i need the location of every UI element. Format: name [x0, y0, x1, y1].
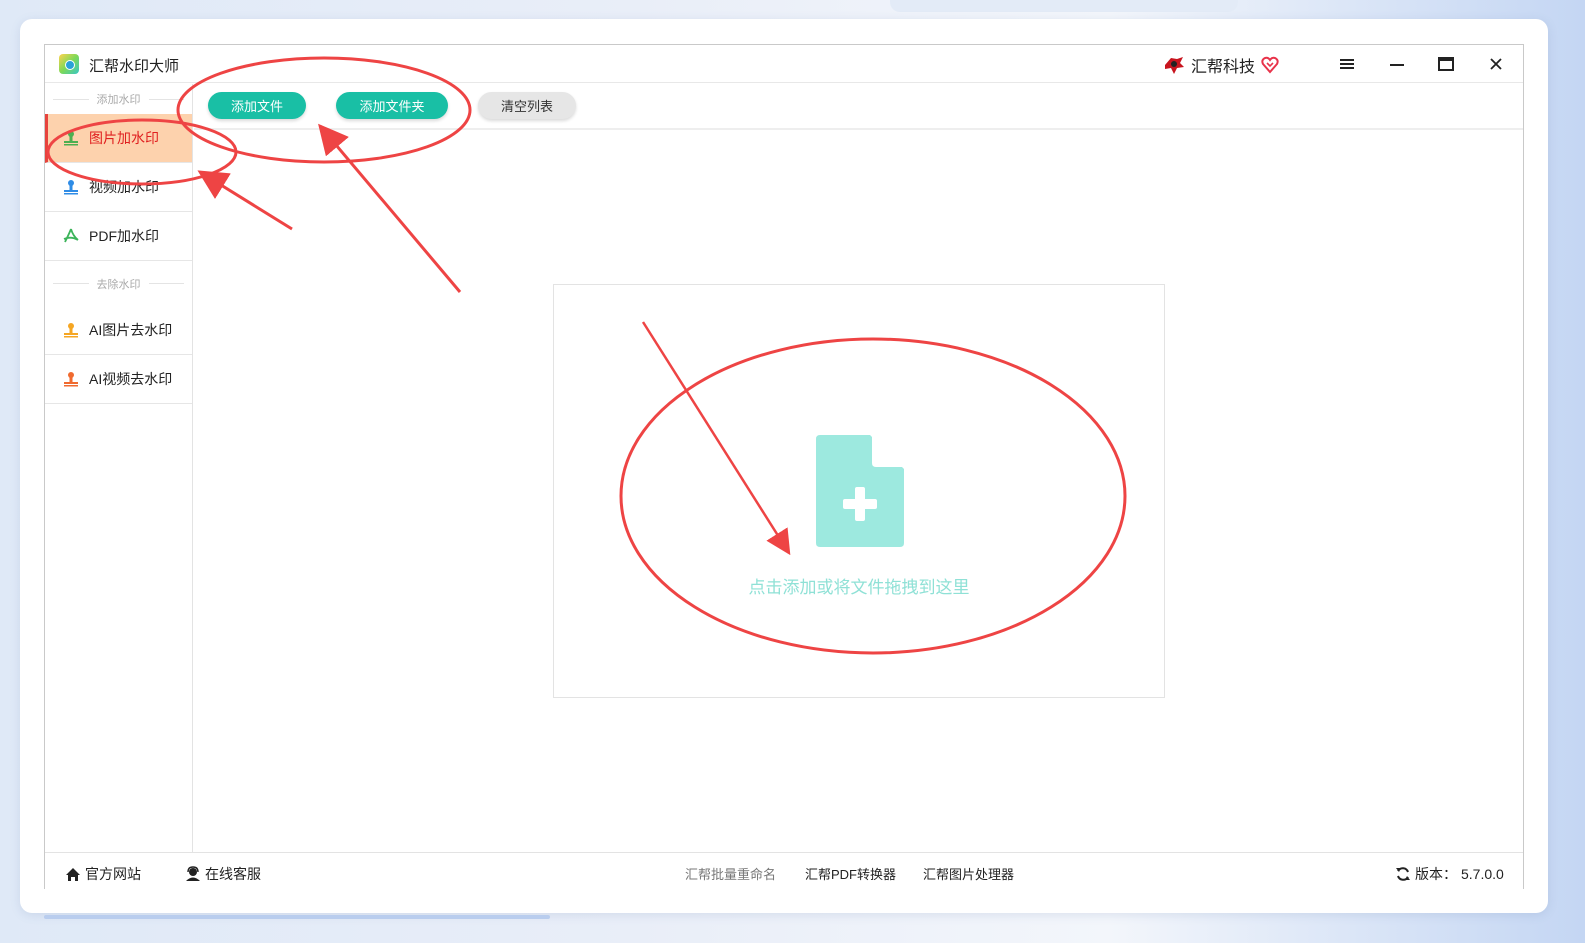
dropzone-hint: 点击添加或将文件拖拽到这里 — [748, 578, 970, 597]
file-dropzone[interactable]: 点击添加或将文件拖拽到这里 — [553, 284, 1165, 698]
footer-link-pdf-converter[interactable]: 汇帮PDF转换器 — [805, 864, 896, 883]
ai-video-stamp-icon — [64, 372, 78, 387]
footer-link-image-processor[interactable]: 汇帮图片处理器 — [923, 864, 1014, 883]
maximize-icon[interactable] — [1434, 53, 1458, 75]
close-icon[interactable] — [1484, 53, 1508, 75]
sidebar-item-label: 图片加水印 — [89, 130, 159, 146]
horizontal-scrollbar[interactable] — [44, 915, 550, 919]
file-list-area: 点击添加或将文件拖拽到这里 — [194, 131, 1523, 851]
add-folder-button[interactable]: 添加文件夹 — [336, 92, 448, 119]
section-remove-watermark: 去除水印 — [45, 261, 192, 306]
pdf-icon — [63, 228, 79, 243]
app-title: 汇帮水印大师 — [89, 58, 180, 75]
section-label: 去除水印 — [96, 278, 141, 291]
section-add-watermark: 添加水印 — [45, 84, 192, 114]
minimize-icon[interactable] — [1385, 53, 1409, 75]
toolbar: 添加文件 添加文件夹 清空列表 — [194, 84, 1523, 130]
version-number: 5.7.0.0 — [1461, 866, 1504, 882]
browser-tab-strip — [890, 0, 1238, 12]
home-icon — [66, 867, 80, 881]
app-window: 汇帮水印大师 汇帮科技 添加水印 图片加水印 视频加水印 PDF加水印 去除水印… — [44, 44, 1524, 890]
version-label: 版本： — [1415, 866, 1457, 882]
sidebar-item-image-watermark[interactable]: 图片加水印 — [45, 114, 192, 163]
ai-image-stamp-icon — [64, 323, 78, 338]
sidebar-item-ai-image-remove[interactable]: AI图片去水印 — [45, 306, 192, 355]
sidebar-item-label: AI视频去水印 — [89, 371, 173, 387]
version-info[interactable]: 版本： 5.7.0.0 — [1395, 864, 1504, 884]
brand[interactable]: 汇帮科技 — [1163, 53, 1279, 77]
add-file-icon — [816, 435, 904, 547]
sidebar-item-label: AI图片去水印 — [89, 322, 173, 338]
clear-list-button[interactable]: 清空列表 — [478, 92, 576, 119]
sidebar-item-pdf-watermark[interactable]: PDF加水印 — [45, 212, 192, 261]
footer-link-rename[interactable]: 汇帮批量重命名 — [685, 864, 776, 883]
add-file-button[interactable]: 添加文件 — [208, 92, 306, 119]
support-agent-icon — [186, 866, 200, 881]
official-website-link[interactable]: 官方网站 — [65, 864, 141, 884]
sidebar-item-video-watermark[interactable]: 视频加水印 — [45, 163, 192, 212]
video-stamp-icon — [64, 180, 78, 195]
vip-heart-icon[interactable] — [1261, 56, 1279, 74]
section-label: 添加水印 — [96, 94, 141, 106]
support-label: 在线客服 — [205, 866, 261, 882]
sidebar: 添加水印 图片加水印 视频加水印 PDF加水印 去除水印 AI图片去水印 AI视… — [45, 84, 193, 852]
refresh-icon — [1396, 867, 1410, 881]
titlebar: 汇帮水印大师 汇帮科技 — [45, 45, 1523, 83]
app-logo-icon — [59, 54, 79, 74]
sidebar-item-label: PDF加水印 — [89, 228, 159, 244]
menu-icon[interactable] — [1335, 53, 1359, 75]
brand-name: 汇帮科技 — [1191, 59, 1256, 76]
sidebar-item-label: 视频加水印 — [89, 179, 159, 195]
online-support-link[interactable]: 在线客服 — [185, 864, 261, 884]
sidebar-item-ai-video-remove[interactable]: AI视频去水印 — [45, 355, 192, 404]
brand-logo-icon — [1165, 57, 1184, 74]
image-stamp-icon — [64, 131, 78, 146]
website-label: 官方网站 — [85, 866, 141, 882]
footer: 官方网站 在线客服 汇帮批量重命名 汇帮PDF转换器 汇帮图片处理器 版本： 5… — [45, 852, 1523, 890]
